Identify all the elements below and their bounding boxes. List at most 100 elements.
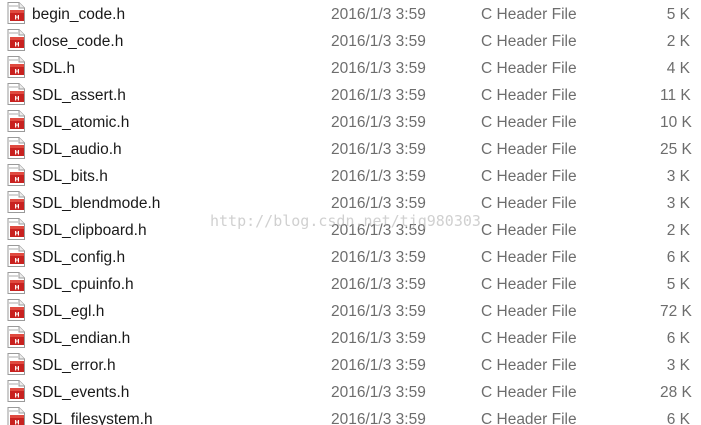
- file-date-modified: 2016/1/3 3:59: [331, 357, 426, 374]
- c-header-file-icon: H: [6, 56, 26, 78]
- c-header-file-icon: H: [6, 245, 26, 267]
- file-date-modified: 2016/1/3 3:59: [331, 87, 426, 104]
- file-type: C Header File: [481, 222, 577, 239]
- file-row[interactable]: H SDL_filesystem.h 2016/1/3 3:59 C Heade…: [0, 407, 701, 425]
- file-type: C Header File: [481, 384, 577, 401]
- file-name: SDL_assert.h: [32, 87, 126, 104]
- c-header-file-icon: H: [6, 137, 26, 159]
- file-name: SDL_blendmode.h: [32, 195, 161, 212]
- file-date-modified: 2016/1/3 3:59: [331, 60, 426, 77]
- file-row[interactable]: H SDL_endian.h 2016/1/3 3:59 C Header Fi…: [0, 326, 701, 353]
- file-name: SDL_clipboard.h: [32, 222, 147, 239]
- file-date-modified: 2016/1/3 3:59: [331, 6, 426, 23]
- file-type: C Header File: [481, 195, 577, 212]
- file-size: 11 K: [660, 87, 691, 104]
- file-name: SDL_endian.h: [32, 330, 131, 347]
- file-type: C Header File: [481, 141, 577, 158]
- file-date-modified: 2016/1/3 3:59: [331, 330, 426, 347]
- file-row[interactable]: H SDL_atomic.h 2016/1/3 3:59 C Header Fi…: [0, 110, 701, 137]
- file-name: SDL.h: [32, 60, 76, 77]
- file-type: C Header File: [481, 303, 577, 320]
- svg-text:H: H: [14, 258, 19, 265]
- svg-text:H: H: [14, 15, 19, 22]
- svg-text:H: H: [14, 366, 19, 373]
- svg-text:H: H: [14, 96, 19, 103]
- file-row[interactable]: H SDL_events.h 2016/1/3 3:59 C Header Fi…: [0, 380, 701, 407]
- file-size: 10 K: [660, 114, 692, 131]
- file-row[interactable]: H SDL_cpuinfo.h 2016/1/3 3:59 C Header F…: [0, 272, 701, 299]
- c-header-file-icon: H: [6, 83, 26, 105]
- file-date-modified: 2016/1/3 3:59: [331, 114, 426, 131]
- file-row[interactable]: H SDL_assert.h 2016/1/3 3:59 C Header Fi…: [0, 83, 701, 110]
- c-header-file-icon: H: [6, 353, 26, 375]
- file-type: C Header File: [481, 357, 577, 374]
- file-size: 5 K: [666, 6, 690, 23]
- file-type: C Header File: [481, 276, 577, 293]
- svg-text:H: H: [14, 339, 19, 346]
- file-name: SDL_egl.h: [32, 303, 105, 320]
- file-type: C Header File: [481, 168, 577, 185]
- file-name: SDL_bits.h: [32, 168, 108, 185]
- file-type: C Header File: [481, 330, 577, 347]
- file-date-modified: 2016/1/3 3:59: [331, 303, 426, 320]
- file-size: 25 K: [660, 141, 692, 158]
- file-row[interactable]: H begin_code.h 2016/1/3 3:59 C Header Fi…: [0, 2, 701, 29]
- file-size: 6 K: [666, 411, 690, 425]
- file-size: 2 K: [666, 222, 690, 239]
- file-date-modified: 2016/1/3 3:59: [331, 249, 426, 266]
- file-size: 3 K: [666, 195, 690, 212]
- svg-text:H: H: [14, 177, 19, 184]
- file-date-modified: 2016/1/3 3:59: [331, 168, 426, 185]
- file-row[interactable]: H SDL_egl.h 2016/1/3 3:59 C Header File …: [0, 299, 701, 326]
- svg-text:H: H: [14, 150, 19, 157]
- file-name: SDL_cpuinfo.h: [32, 276, 134, 293]
- file-size: 5 K: [666, 276, 690, 293]
- file-name: SDL_events.h: [32, 384, 130, 401]
- file-date-modified: 2016/1/3 3:59: [331, 195, 426, 212]
- svg-text:H: H: [14, 393, 19, 400]
- file-type: C Header File: [481, 411, 577, 425]
- file-date-modified: 2016/1/3 3:59: [331, 276, 426, 293]
- file-name: close_code.h: [32, 33, 124, 50]
- svg-text:H: H: [14, 204, 19, 211]
- file-size: 3 K: [666, 357, 690, 374]
- c-header-file-icon: H: [6, 380, 26, 402]
- file-row[interactable]: H SDL_audio.h 2016/1/3 3:59 C Header Fil…: [0, 137, 701, 164]
- file-date-modified: 2016/1/3 3:59: [331, 222, 426, 239]
- svg-text:H: H: [14, 69, 19, 76]
- file-list: H begin_code.h 2016/1/3 3:59 C Header Fi…: [0, 0, 701, 425]
- c-header-file-icon: H: [6, 164, 26, 186]
- file-type: C Header File: [481, 33, 577, 50]
- file-row[interactable]: H SDL.h 2016/1/3 3:59 C Header File 4 K: [0, 56, 701, 83]
- c-header-file-icon: H: [6, 326, 26, 348]
- svg-text:H: H: [14, 285, 19, 292]
- file-name: SDL_config.h: [32, 249, 126, 266]
- file-type: C Header File: [481, 249, 577, 266]
- file-size: 6 K: [666, 249, 690, 266]
- c-header-file-icon: H: [6, 191, 26, 213]
- svg-text:H: H: [14, 42, 19, 49]
- svg-text:H: H: [14, 312, 19, 319]
- file-date-modified: 2016/1/3 3:59: [331, 384, 426, 401]
- file-row[interactable]: H SDL_bits.h 2016/1/3 3:59 C Header File…: [0, 164, 701, 191]
- svg-text:H: H: [14, 123, 19, 130]
- c-header-file-icon: H: [6, 29, 26, 51]
- file-name: SDL_audio.h: [32, 141, 122, 158]
- file-row[interactable]: H SDL_config.h 2016/1/3 3:59 C Header Fi…: [0, 245, 701, 272]
- c-header-file-icon: H: [6, 110, 26, 132]
- file-date-modified: 2016/1/3 3:59: [331, 33, 426, 50]
- c-header-file-icon: H: [6, 272, 26, 294]
- file-size: 4 K: [666, 60, 690, 77]
- file-type: C Header File: [481, 6, 577, 23]
- file-size: 28 K: [660, 384, 692, 401]
- file-type: C Header File: [481, 87, 577, 104]
- file-name: SDL_atomic.h: [32, 114, 130, 131]
- file-type: C Header File: [481, 114, 577, 131]
- file-row[interactable]: H SDL_clipboard.h 2016/1/3 3:59 C Header…: [0, 218, 701, 245]
- file-row[interactable]: H close_code.h 2016/1/3 3:59 C Header Fi…: [0, 29, 701, 56]
- file-row[interactable]: H SDL_error.h 2016/1/3 3:59 C Header Fil…: [0, 353, 701, 380]
- c-header-file-icon: H: [6, 2, 26, 24]
- file-row[interactable]: H SDL_blendmode.h 2016/1/3 3:59 C Header…: [0, 191, 701, 218]
- file-size: 6 K: [666, 330, 690, 347]
- file-size: 3 K: [666, 168, 690, 185]
